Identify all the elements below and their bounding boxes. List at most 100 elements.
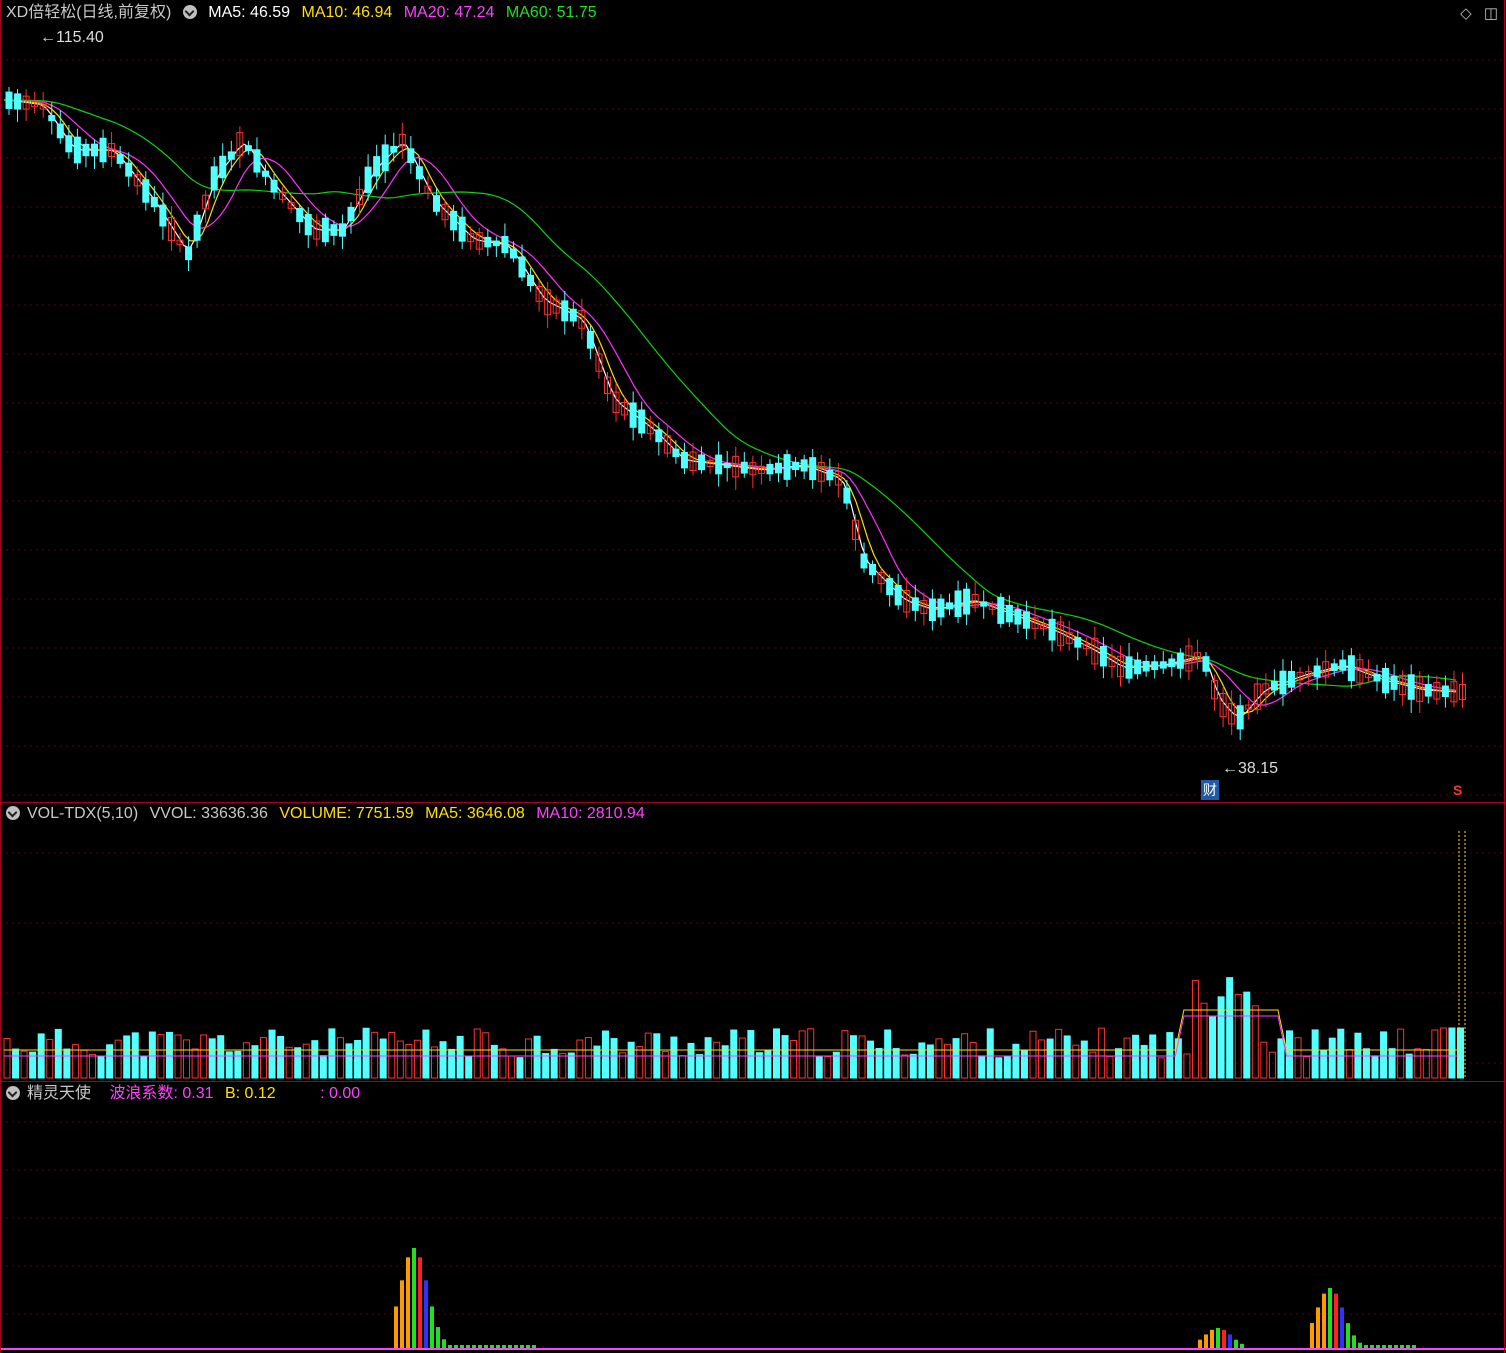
indicator-bar <box>454 1345 458 1348</box>
candle-body <box>860 553 868 569</box>
indicator-bar <box>1340 1307 1344 1348</box>
candle-body <box>843 487 851 504</box>
candle-body <box>1373 673 1381 682</box>
indicator-chart <box>0 1121 1506 1350</box>
chevron-down-icon[interactable] <box>6 806 20 820</box>
candle-body <box>1347 655 1355 682</box>
indicator-bar <box>1240 1343 1244 1348</box>
volume-bar <box>841 1030 849 1079</box>
vol-indicator-name[interactable]: VOL-TDX(5,10) <box>27 805 138 822</box>
candle-body <box>783 454 791 480</box>
volume-bar <box>165 1031 173 1079</box>
chevron-down-icon[interactable] <box>6 1086 20 1100</box>
volume-bar <box>1294 1037 1302 1079</box>
candle-body <box>1441 685 1449 698</box>
price-header: XD倍轻松(日线,前复权) MA5: 46.59 MA10: 46.94 MA2… <box>6 2 604 24</box>
candle-body <box>330 224 338 236</box>
volume-bar <box>1123 1037 1131 1079</box>
volume-bar <box>696 1054 704 1079</box>
indicator-bar <box>394 1306 398 1348</box>
price-panel: XD倍轻松(日线,前复权) MA5: 46.59 MA10: 46.94 MA2… <box>0 0 1506 802</box>
volume-bar <box>969 1042 977 1079</box>
volume-bar <box>448 1048 456 1079</box>
candle-body <box>1142 661 1150 672</box>
volume-bar <box>824 1055 832 1079</box>
indicator-bar <box>1228 1334 1232 1348</box>
indicator-bar <box>1406 1345 1410 1348</box>
candle-body <box>82 143 90 157</box>
ma10-label: MA10: 46.94 <box>301 4 393 21</box>
volume-bar <box>131 1032 139 1079</box>
indicator-panel: 精灵天使 波浪系数: 0.31 B: 0.12 : 0.00 <box>0 1082 1506 1353</box>
volume-bar <box>602 1030 609 1079</box>
volume-bar <box>1234 993 1242 1079</box>
volume-bar <box>1038 1039 1046 1079</box>
volume-bar <box>1311 1029 1319 1079</box>
volume-bar <box>1063 1035 1071 1079</box>
volume-bar <box>1200 1002 1208 1079</box>
candle-body <box>980 601 988 607</box>
volume-bar <box>234 1050 242 1079</box>
volume-bar <box>242 1042 250 1079</box>
volume-bar <box>1012 1043 1020 1079</box>
diamond-icon[interactable]: ◇ <box>1460 5 1472 22</box>
indicator-bar <box>430 1306 434 1348</box>
high-price-label: ←115.40 <box>40 29 104 47</box>
candle-body <box>911 597 919 611</box>
indicator-bar <box>1364 1345 1368 1348</box>
ma10-line <box>3 99 1457 714</box>
volume-bar <box>935 1038 943 1079</box>
volume-bar <box>1448 1027 1456 1079</box>
candle-body <box>946 602 953 610</box>
volume-bar <box>1405 1053 1413 1079</box>
volume-bar <box>944 1043 951 1079</box>
volume-bar <box>439 1041 447 1079</box>
cai-badge[interactable]: 财 <box>1201 780 1219 800</box>
volume-bar <box>294 1047 302 1079</box>
candle-body <box>1390 675 1398 690</box>
restore-icon[interactable]: ◫ <box>1484 5 1498 22</box>
volume-bar <box>1431 1029 1439 1079</box>
candle-body <box>484 236 492 248</box>
volume-bar <box>1380 1031 1388 1079</box>
candle-body <box>270 179 278 193</box>
volume-bar <box>1217 996 1225 1079</box>
volume-bar <box>550 1048 558 1079</box>
symbol-title[interactable]: XD倍轻松(日线,前复权) <box>6 4 171 21</box>
ma20-line <box>3 99 1457 706</box>
volume-bar <box>345 1043 353 1079</box>
indicator-bar <box>1310 1323 1314 1348</box>
candle-body <box>1279 670 1287 695</box>
volume-bar <box>559 1052 567 1079</box>
indicator-bar <box>412 1248 416 1348</box>
indicator-bar <box>514 1345 518 1348</box>
candle-body <box>296 207 304 223</box>
arrow-left-icon: ← <box>40 29 56 46</box>
indicator-bar <box>424 1280 428 1348</box>
volume-bar <box>687 1042 695 1079</box>
indicator-bar <box>502 1345 506 1348</box>
volume-bar <box>1388 1048 1396 1079</box>
candle-body <box>509 248 517 259</box>
volume-bar <box>875 1048 883 1079</box>
indicator-name[interactable]: 精灵天使 <box>27 1085 91 1102</box>
candle-body <box>680 451 688 469</box>
volume-bar <box>396 1040 404 1079</box>
chevron-down-icon[interactable] <box>182 5 197 19</box>
volume-bar <box>884 1029 892 1079</box>
volume-bar <box>790 1039 798 1079</box>
volume-bar <box>277 1035 285 1079</box>
volume-bar <box>1337 1028 1345 1079</box>
volume-bar <box>20 1050 28 1079</box>
indicator-bar <box>532 1345 536 1348</box>
candle-body <box>561 300 569 322</box>
volume-bar <box>328 1028 336 1079</box>
candle-body <box>65 135 73 153</box>
candle-body <box>937 598 945 618</box>
candle-body <box>638 409 646 434</box>
volume-bar <box>901 1054 909 1079</box>
volume-bar <box>773 1028 780 1079</box>
volume-bar <box>12 1048 20 1079</box>
volume-panel: VOL-TDX(5,10) VVOL: 33636.36 VOLUME: 775… <box>0 803 1506 1081</box>
candle-body <box>766 463 774 475</box>
